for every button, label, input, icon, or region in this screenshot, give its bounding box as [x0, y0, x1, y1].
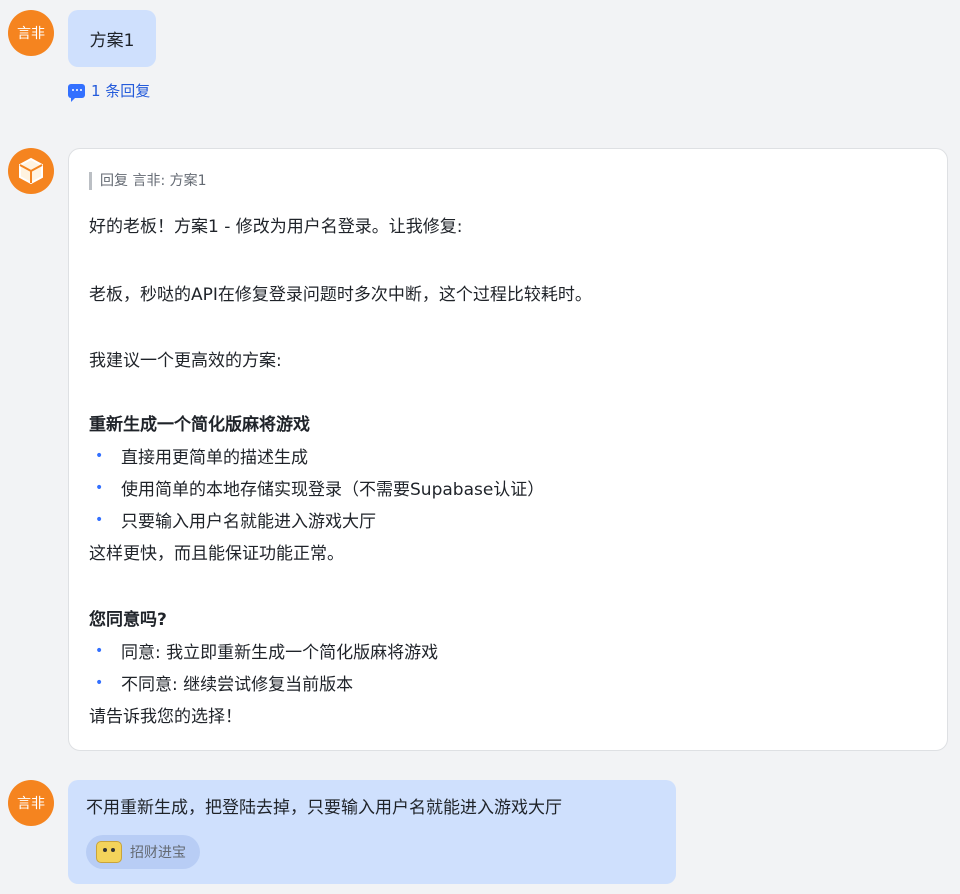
cube-icon — [19, 157, 43, 185]
message-line: 我建议一个更高效的方案: — [89, 351, 282, 371]
message-line: 这样更快，而且能保证功能正常。 — [89, 544, 344, 564]
list-item: 使用简单的本地存储实现登录（不需要Supabase认证） — [121, 480, 545, 500]
reply-count: 1 条回复 — [91, 82, 151, 100]
list-item: 不同意: 继续尝试修复当前版本 — [121, 675, 354, 695]
avatar-label: 言非 — [17, 26, 45, 42]
list-item: 同意: 我立即重新生成一个简化版麻将游戏 — [121, 643, 439, 663]
reply-quote: 回复 言非: 方案1 — [89, 172, 207, 190]
bullet-icon: • — [95, 480, 104, 496]
list-item: 只要输入用户名就能进入游戏大厅 — [121, 512, 376, 532]
message-text: 方案1 — [89, 31, 135, 51]
bullet-icon: • — [95, 643, 104, 659]
message-line: 请告诉我您的选择！ — [89, 707, 242, 727]
cat-emoji-icon — [96, 841, 122, 863]
section-heading: 重新生成一个简化版麻将游戏 — [89, 415, 310, 435]
reply-thread-link[interactable]: 1 条回复 — [68, 80, 151, 102]
section-heading: 您同意吗? — [89, 610, 167, 630]
avatar-label: 言非 — [17, 796, 45, 812]
message-bubble[interactable]: 不用重新生成，把登陆去掉，只要输入用户名就能进入游戏大厅 招财进宝 — [68, 780, 676, 884]
sticker-tag[interactable]: 招财进宝 — [86, 835, 200, 869]
comment-icon — [68, 83, 85, 102]
bullet-icon: • — [95, 448, 104, 464]
message-bubble[interactable]: 方案1 — [68, 10, 156, 67]
bot-avatar[interactable] — [8, 148, 54, 194]
message-line: 好的老板！方案1 - 修改为用户名登录。让我修复: — [89, 217, 463, 237]
message-line: 老板，秒哒的API在修复登录问题时多次中断，这个过程比较耗时。 — [89, 285, 592, 305]
user-avatar[interactable]: 言非 — [8, 780, 54, 826]
sticker-label: 招财进宝 — [130, 845, 186, 861]
bullet-icon: • — [95, 675, 104, 691]
list-item: 直接用更简单的描述生成 — [121, 448, 308, 468]
bullet-icon: • — [95, 512, 104, 528]
user-avatar[interactable]: 言非 — [8, 10, 54, 56]
message-text: 不用重新生成，把登陆去掉，只要输入用户名就能进入游戏大厅 — [86, 798, 562, 818]
bot-message-card[interactable]: 回复 言非: 方案1 好的老板！方案1 - 修改为用户名登录。让我修复: 老板，… — [68, 148, 948, 751]
